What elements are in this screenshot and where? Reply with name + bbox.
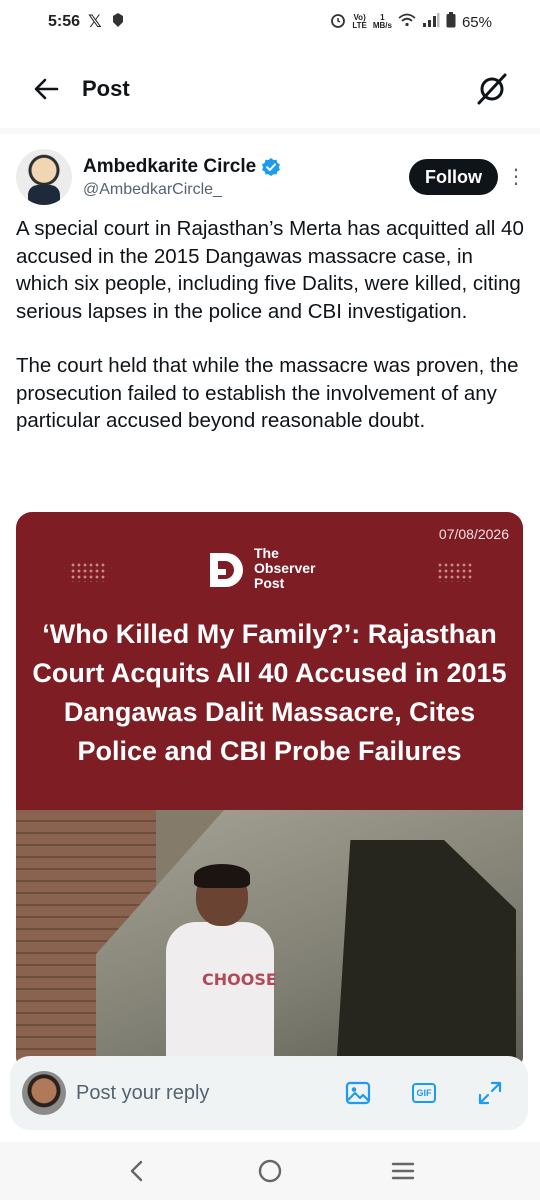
x-app-icon: 𝕏: [88, 12, 102, 31]
status-time: 5:56: [48, 13, 81, 30]
author-name-row: Ambedkarite Circle: [83, 156, 281, 178]
back-arrow-icon: [34, 78, 59, 100]
page-title: Post: [82, 76, 130, 101]
author-name[interactable]: Ambedkarite Circle: [83, 156, 256, 178]
alarm-icon: [330, 12, 346, 32]
follow-button[interactable]: Follow: [409, 159, 498, 195]
status-bar: 5:56 𝕏 Vo) LTE 1 MB/s 65%: [0, 0, 540, 44]
nav-back-button[interactable]: [117, 1151, 157, 1191]
photo-shirt-print: CHOOSE: [202, 970, 277, 989]
system-nav-bar: [0, 1142, 540, 1200]
image-icon: [345, 1081, 371, 1105]
reply-input[interactable]: Post your reply: [76, 1082, 209, 1105]
wifi-icon: [398, 13, 416, 31]
expand-reply-button[interactable]: [476, 1079, 504, 1107]
avatar-suit: [28, 185, 60, 205]
speed-unit: MB/s: [372, 21, 392, 30]
reply-avatar: [22, 1071, 66, 1115]
tweet-text: A special court in Rajasthan’s Merta has…: [16, 215, 526, 462]
volte-bottom: LTE: [352, 21, 367, 30]
media-photo: CHOOSE: [16, 810, 523, 1072]
decorative-dots-left: [70, 562, 106, 582]
decorative-dots-right: [437, 562, 473, 582]
status-right: Vo) LTE 1 MB/s 65%: [330, 12, 492, 32]
reply-actions: GIF: [344, 1079, 516, 1107]
tweet-paragraph-2: The court held that while the massacre w…: [16, 354, 519, 432]
nav-home-button[interactable]: [250, 1151, 290, 1191]
observer-post-logo: The Observer Post: [204, 546, 315, 591]
recents-icon: [392, 1162, 415, 1180]
tweet-media-image[interactable]: 07/08/2026 The Observer Post ‘Who Killed…: [16, 512, 523, 1072]
logo-line-1: The: [254, 545, 279, 561]
reply-bar[interactable]: Post your reply GIF: [10, 1056, 528, 1130]
grok-icon: [477, 73, 507, 105]
header-divider: [0, 128, 540, 134]
chevron-left-icon: [130, 1160, 142, 1182]
author-row: Ambedkarite Circle @AmbedkarCircle_ Foll…: [16, 146, 526, 208]
photo-person-body: [166, 922, 274, 1072]
nav-recents-button[interactable]: [383, 1151, 423, 1191]
battery-percent: 65%: [461, 13, 492, 31]
back-button[interactable]: [28, 71, 64, 107]
grok-button[interactable]: [472, 69, 512, 109]
gif-icon: GIF: [412, 1083, 436, 1103]
tweet-paragraph-1: A special court in Rajasthan’s Merta has…: [16, 217, 524, 323]
author-handle[interactable]: @AmbedkarCircle_: [83, 181, 281, 199]
logo-line-3: Post: [254, 575, 285, 591]
author-info: Ambedkarite Circle @AmbedkarCircle_: [83, 156, 281, 199]
speed-indicator: 1 MB/s: [373, 14, 392, 30]
add-image-button[interactable]: [344, 1079, 372, 1107]
notification-app-icon: [110, 12, 126, 33]
media-headline: ‘Who Killed My Family?’: Rajasthan Court…: [32, 619, 507, 766]
home-circle-icon: [258, 1159, 282, 1183]
status-left: 5:56 𝕏: [48, 12, 126, 33]
more-options-button[interactable]: ⋮: [506, 159, 526, 195]
signal-icon: [422, 13, 440, 31]
volte-indicator: Vo) LTE: [352, 14, 367, 30]
more-vertical-icon: ⋮: [506, 166, 526, 188]
media-date: 07/08/2026: [438, 526, 509, 542]
post-header: Post: [0, 60, 540, 118]
author-avatar[interactable]: [16, 149, 72, 205]
observer-post-logo-icon: [210, 552, 243, 587]
battery-icon: [446, 12, 456, 32]
photo-person-hair: [194, 864, 250, 888]
logo-line-2: Observer: [254, 560, 316, 576]
add-gif-button[interactable]: GIF: [410, 1079, 438, 1107]
expand-icon: [478, 1081, 502, 1105]
logo-text: The Observer Post: [254, 546, 315, 591]
verified-badge-icon: [262, 157, 281, 176]
